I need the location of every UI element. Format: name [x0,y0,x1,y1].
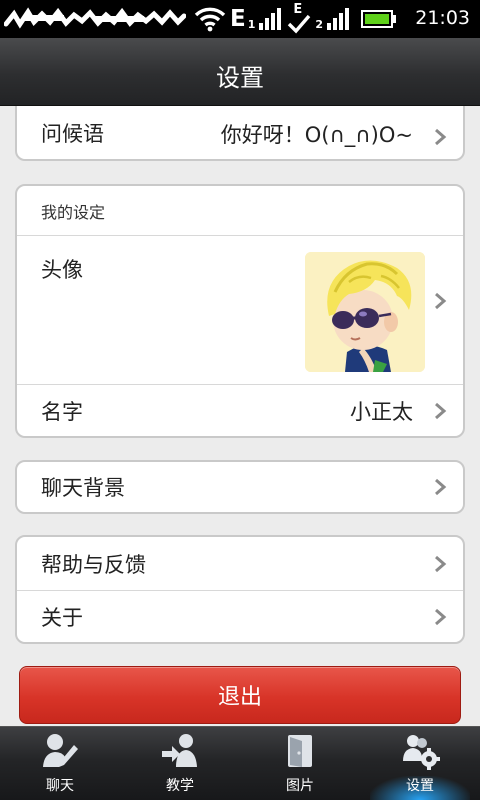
nav-item-pictures[interactable]: 图片 [240,727,360,800]
help-feedback-row[interactable]: 帮助与反馈 [17,537,463,590]
nav-label-settings: 设置 [406,778,434,794]
chevron-right-icon [433,292,447,310]
name-label: 名字 [41,399,83,424]
greeting-card: 问候语 你好呀！O(∩_∩)O~ [15,106,465,161]
greeting-row[interactable]: 问候语 你好呀！O(∩_∩)O~ [17,106,463,159]
settings-content[interactable]: 问候语 你好呀！O(∩_∩)O~ 我的设定 头像 名字 小正太 聊天背景 帮助与… [0,106,480,726]
chat-pen-icon [43,734,78,767]
chevron-right-icon [433,608,447,626]
about-row[interactable]: 关于 [17,590,463,642]
help-feedback-label: 帮助与反馈 [41,552,146,577]
wifi-icon [194,7,226,32]
nav-label-pictures: 图片 [286,778,314,794]
help-card: 帮助与反馈 关于 [15,535,465,644]
signal-icon [259,8,282,30]
network-2-group: E [287,3,313,34]
chat-background-row[interactable]: 聊天背景 [17,462,463,512]
chevron-right-icon [433,128,447,146]
clock: 21:03 [415,7,470,29]
my-settings-card: 我的设定 头像 名字 小正太 [15,184,465,438]
signal-icon [327,8,350,30]
network-type-1: E [230,5,246,32]
nav-item-teach[interactable]: 教学 [120,727,240,800]
chevron-right-icon [433,402,447,420]
teach-icon [162,734,197,767]
title-bar: 设置 [0,38,480,106]
logout-button[interactable]: 退出 [19,666,461,724]
nav-item-settings[interactable]: 设置 [360,727,480,800]
nav-label-chat: 聊天 [46,778,74,794]
notification-scribble-icon [4,7,186,29]
about-label: 关于 [41,605,83,630]
chevron-right-icon [433,555,447,573]
checkmark-icon [288,14,311,34]
chevron-right-icon [433,478,447,496]
chat-background-card: 聊天背景 [15,460,465,514]
chat-background-label: 聊天背景 [41,476,125,500]
greeting-value: 你好呀！O(∩_∩)O~ [220,123,413,147]
avatar-row[interactable]: 头像 [17,236,463,384]
settings-users-icon [403,735,440,770]
avatar-label: 头像 [41,258,83,282]
section-title: 我的设定 [17,186,463,236]
name-value: 小正太 [350,399,413,424]
nav-item-chat[interactable]: 聊天 [0,727,120,800]
status-bar: E 1 E 2 21:03 [0,0,480,38]
picture-door-icon [288,735,312,767]
greeting-label: 问候语 [41,121,104,146]
nav-label-teach: 教学 [166,778,194,794]
avatar[interactable] [305,252,425,372]
signal-2-index: 2 [315,18,324,31]
battery-icon [361,10,397,28]
name-row[interactable]: 名字 小正太 [17,384,463,436]
page-title: 设置 [216,64,264,92]
bottom-nav: 聊天 教学 图片 设置 [0,726,480,800]
signal-1-index: 1 [247,18,256,31]
